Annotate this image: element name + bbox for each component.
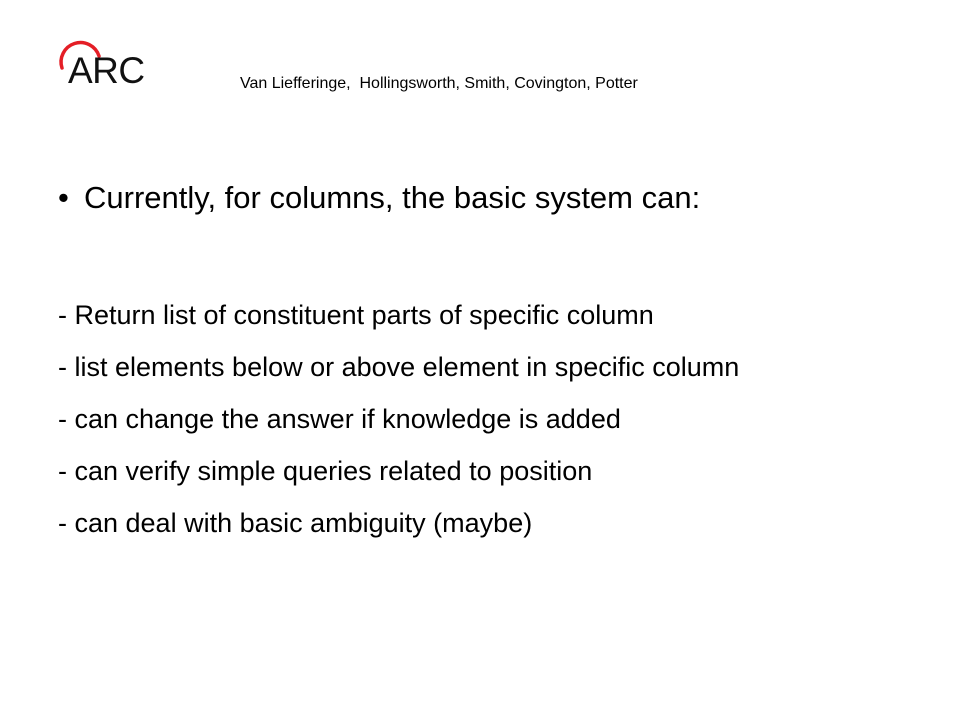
list-item: - Return list of constituent parts of sp… — [58, 300, 654, 330]
slide: ARC Van Liefferinge, Hollingsworth, Smit… — [0, 0, 960, 720]
authors-line: Van Liefferinge, Hollingsworth, Smith, C… — [240, 75, 638, 92]
arc-logo: ARC — [52, 34, 152, 94]
list-item: - can change the answer if knowledge is … — [58, 404, 621, 434]
list-item: - can verify simple queries related to p… — [58, 456, 593, 486]
list-item: - can deal with basic ambiguity (maybe) — [58, 508, 533, 538]
list-item: - list elements below or above element i… — [58, 352, 740, 382]
logo-text: ARC — [68, 50, 145, 91]
bullet-dot: • — [58, 180, 69, 215]
slide-heading: • Currently, for columns, the basic syste… — [58, 176, 918, 220]
item-list: - Return list of constituent parts of sp… — [58, 298, 878, 558]
heading-text: Currently, for columns, the basic system… — [84, 180, 701, 215]
